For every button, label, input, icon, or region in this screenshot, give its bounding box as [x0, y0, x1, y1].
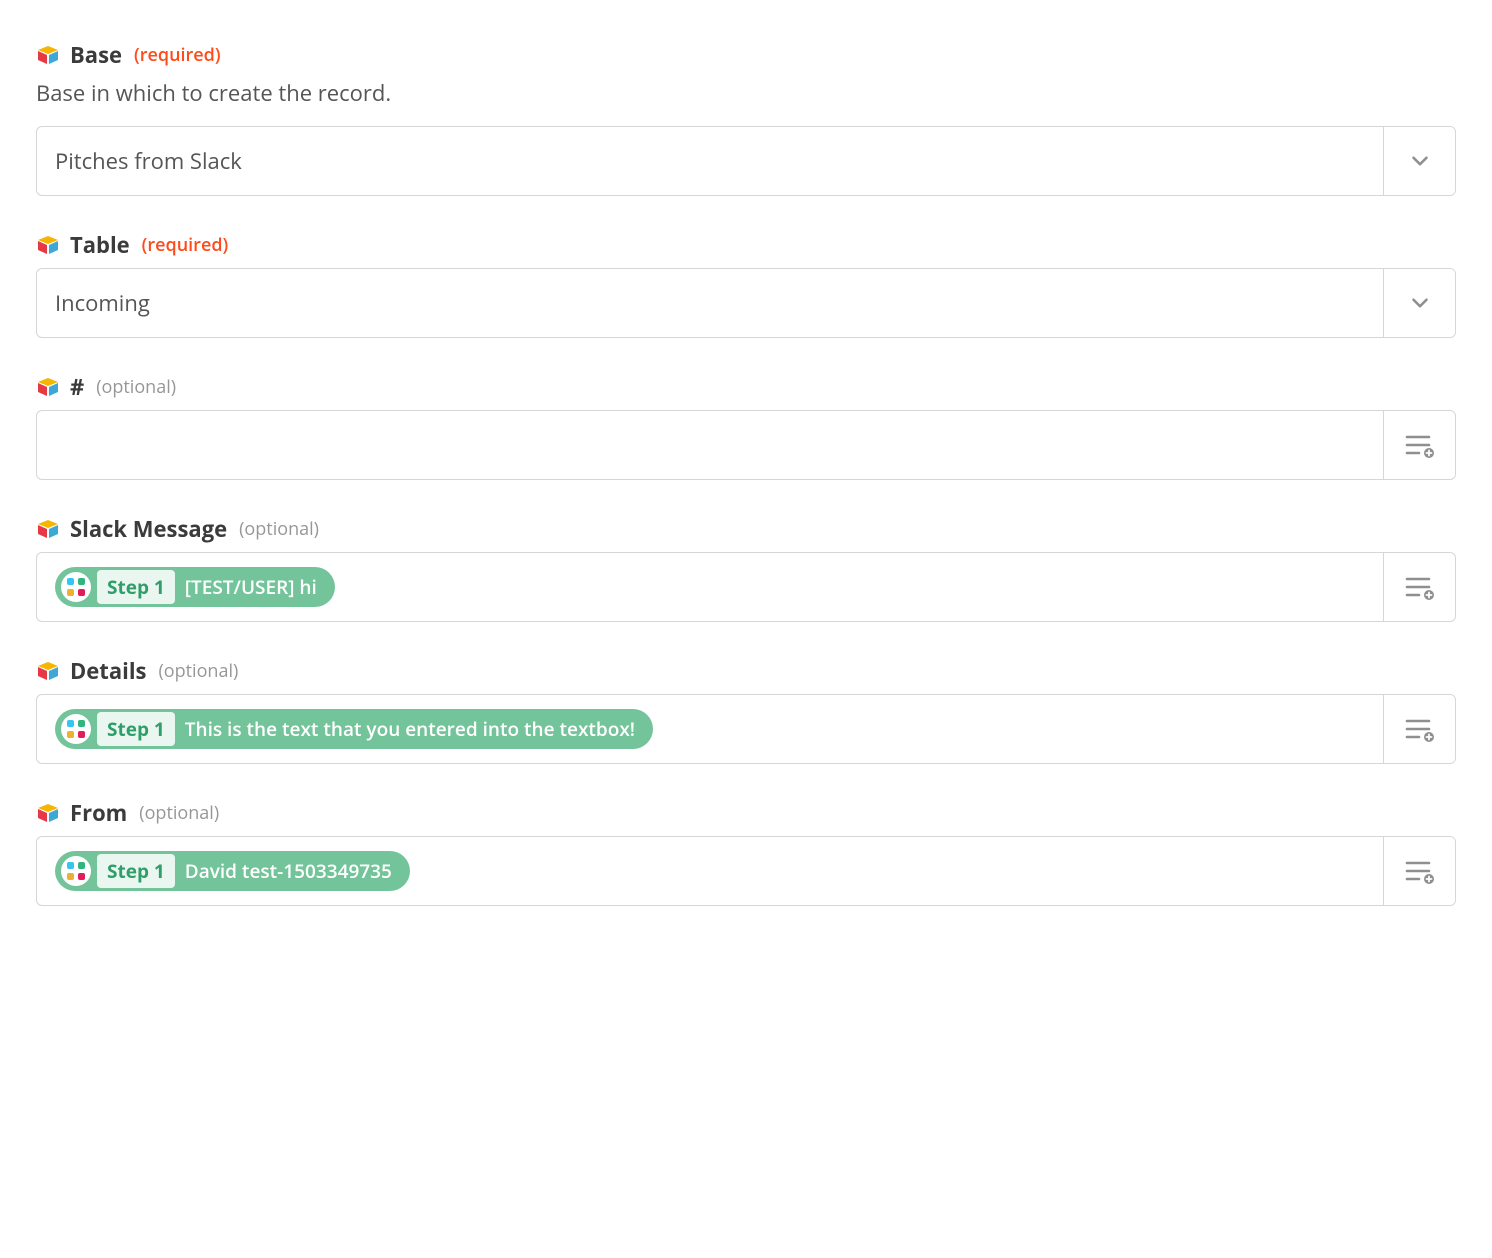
insert-data-button[interactable]	[1383, 837, 1455, 905]
field-label-row: From (optional)	[36, 798, 1456, 828]
airtable-icon	[36, 233, 60, 257]
data-pill-details[interactable]: Step 1 This is the text that you entered…	[55, 709, 653, 749]
data-pill-from[interactable]: Step 1 David test-1503349735	[55, 851, 410, 891]
insert-data-icon	[1405, 858, 1435, 884]
from-input[interactable]: Step 1 David test-1503349735	[36, 836, 1456, 906]
pill-value: [TEST/USER] hi	[185, 574, 331, 600]
airtable-icon	[36, 43, 60, 67]
field-table: Table (required) Incoming	[36, 230, 1456, 338]
optional-badge: (optional)	[158, 659, 238, 683]
field-name-base: Base	[70, 40, 122, 70]
field-label-row: Details (optional)	[36, 656, 1456, 686]
field-label-row: # (optional)	[36, 372, 1456, 402]
field-label-row: Slack Message (optional)	[36, 514, 1456, 544]
field-details: Details (optional) Step 1 This is the te…	[36, 656, 1456, 764]
field-name-hash: #	[70, 372, 84, 402]
required-badge: (required)	[142, 233, 229, 257]
optional-badge: (optional)	[239, 517, 319, 541]
base-select-toggle[interactable]	[1383, 127, 1455, 195]
hash-input[interactable]	[36, 410, 1456, 480]
slack-icon	[61, 714, 91, 744]
table-select-value[interactable]: Incoming	[37, 269, 1383, 337]
details-input[interactable]: Step 1 This is the text that you entered…	[36, 694, 1456, 764]
field-hash: # (optional)	[36, 372, 1456, 480]
slack-message-body[interactable]: Step 1 [TEST/USER] hi	[37, 553, 1383, 621]
optional-badge: (optional)	[96, 375, 176, 399]
field-name-details: Details	[70, 656, 146, 686]
airtable-icon	[36, 375, 60, 399]
pill-value: This is the text that you entered into t…	[185, 716, 649, 742]
data-pill-slack-message[interactable]: Step 1 [TEST/USER] hi	[55, 567, 335, 607]
insert-data-icon	[1405, 432, 1435, 458]
insert-data-icon	[1405, 716, 1435, 742]
pill-value: David test-1503349735	[185, 858, 406, 884]
pill-step-label: Step 1	[97, 854, 175, 888]
optional-badge: (optional)	[139, 801, 219, 825]
chevron-down-icon	[1407, 290, 1433, 316]
hash-input-body[interactable]	[37, 411, 1383, 479]
table-select[interactable]: Incoming	[36, 268, 1456, 338]
field-slack-message: Slack Message (optional) Step 1 [TEST/US…	[36, 514, 1456, 622]
table-select-toggle[interactable]	[1383, 269, 1455, 337]
base-select[interactable]: Pitches from Slack	[36, 126, 1456, 196]
airtable-icon	[36, 801, 60, 825]
insert-data-button[interactable]	[1383, 411, 1455, 479]
field-label-row: Table (required)	[36, 230, 1456, 260]
pill-step-label: Step 1	[97, 570, 175, 604]
slack-icon	[61, 572, 91, 602]
field-name-from: From	[70, 798, 127, 828]
form-page: Base (required) Base in which to create …	[0, 0, 1492, 980]
base-select-value[interactable]: Pitches from Slack	[37, 127, 1383, 195]
airtable-icon	[36, 517, 60, 541]
slack-icon	[61, 856, 91, 886]
field-from: From (optional) Step 1 David test-150334…	[36, 798, 1456, 906]
field-name-slack-message: Slack Message	[70, 514, 227, 544]
field-label-row: Base (required)	[36, 40, 1456, 70]
slack-message-input[interactable]: Step 1 [TEST/USER] hi	[36, 552, 1456, 622]
required-badge: (required)	[134, 43, 221, 67]
field-name-table: Table	[70, 230, 130, 260]
from-body[interactable]: Step 1 David test-1503349735	[37, 837, 1383, 905]
helper-text-base: Base in which to create the record.	[36, 78, 1456, 108]
insert-data-button[interactable]	[1383, 695, 1455, 763]
pill-step-label: Step 1	[97, 712, 175, 746]
insert-data-button[interactable]	[1383, 553, 1455, 621]
chevron-down-icon	[1407, 148, 1433, 174]
details-body[interactable]: Step 1 This is the text that you entered…	[37, 695, 1383, 763]
insert-data-icon	[1405, 574, 1435, 600]
field-base: Base (required) Base in which to create …	[36, 40, 1456, 196]
airtable-icon	[36, 659, 60, 683]
